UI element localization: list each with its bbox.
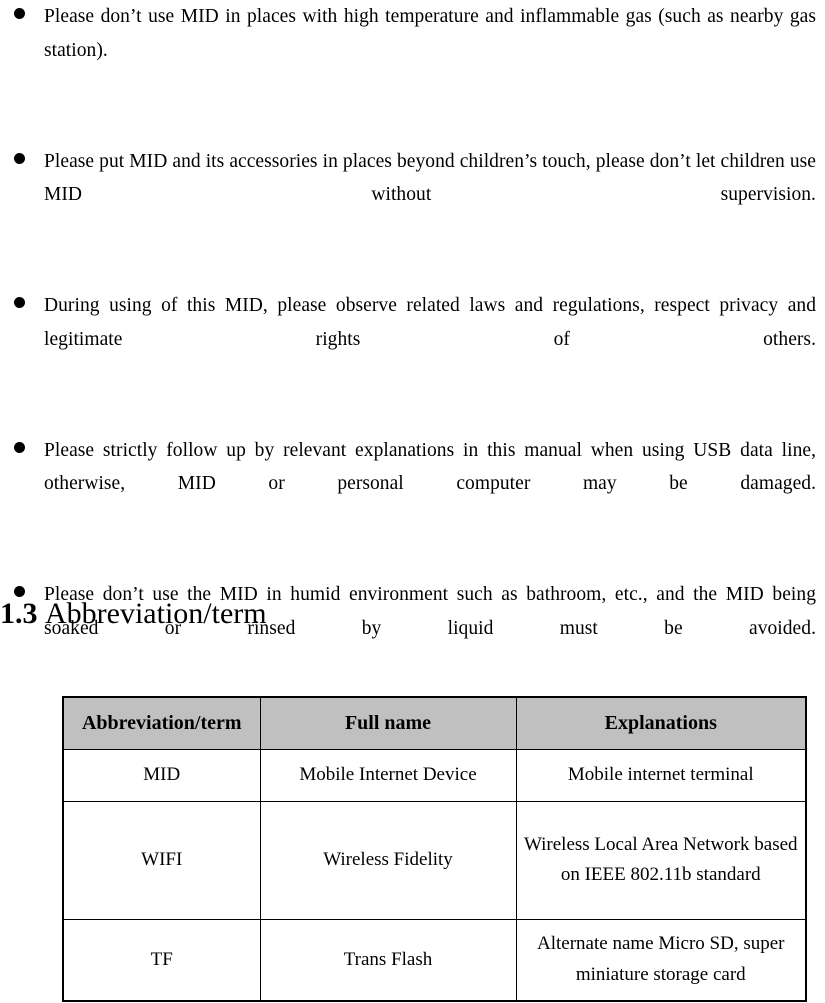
cell-full-name: Trans Flash	[259, 918, 517, 1002]
column-header-abbreviation: Abbreviation/term	[62, 696, 261, 750]
list-item-text: Please don’t use MID in places with high…	[44, 6, 816, 61]
list-item: During using of this MID, please observe…	[0, 289, 825, 390]
bullet-dot-icon	[14, 441, 25, 453]
cell-full-name: Wireless Fidelity	[259, 800, 517, 920]
list-item-text: Please strictly follow up by relevant ex…	[44, 439, 816, 495]
table-header-row: Abbreviation/term Full name Explanations	[62, 696, 807, 750]
document-page: Please don’t use MID in places with high…	[0, 0, 825, 1003]
table-row: TF Trans Flash Alternate name Micro SD, …	[62, 918, 807, 1002]
section-number: 1.3	[0, 597, 38, 630]
section-heading: 1.3 Abbreviation/term	[0, 596, 267, 632]
section-title: Abbreviation/term	[45, 597, 267, 630]
list-item-text: During using of this MID, please observe…	[44, 295, 816, 350]
cell-abbreviation: WIFI	[62, 800, 261, 920]
cell-explanation: Mobile internet terminal	[515, 748, 807, 802]
column-header-explanations: Explanations	[515, 696, 807, 750]
table-header: Abbreviation/term Full name Explanations	[62, 696, 807, 750]
cell-explanation: Alternate name Micro SD, super miniature…	[515, 918, 807, 1002]
cell-abbreviation: MID	[62, 748, 261, 802]
cell-abbreviation: TF	[62, 918, 261, 1002]
list-item-text: Please put MID and its accessories in pl…	[44, 150, 816, 206]
cell-explanation: Wireless Local Area Network based on IEE…	[515, 800, 807, 920]
table-body: MID Mobile Internet Device Mobile intern…	[62, 748, 807, 1002]
column-header-full-name: Full name	[259, 696, 517, 750]
bullet-dot-icon	[14, 8, 25, 19]
table-row: MID Mobile Internet Device Mobile intern…	[62, 748, 807, 802]
table-row: WIFI Wireless Fidelity Wireless Local Ar…	[62, 800, 807, 920]
bullet-dot-icon	[14, 297, 25, 309]
list-item: Please don’t use MID in places with high…	[0, 0, 825, 101]
abbreviation-table: Abbreviation/term Full name Explanations…	[62, 696, 807, 1002]
list-item: Please put MID and its accessories in pl…	[0, 145, 825, 246]
bullet-dot-icon	[14, 152, 25, 164]
cell-full-name: Mobile Internet Device	[259, 748, 517, 802]
list-item: Please strictly follow up by relevant ex…	[0, 434, 825, 535]
